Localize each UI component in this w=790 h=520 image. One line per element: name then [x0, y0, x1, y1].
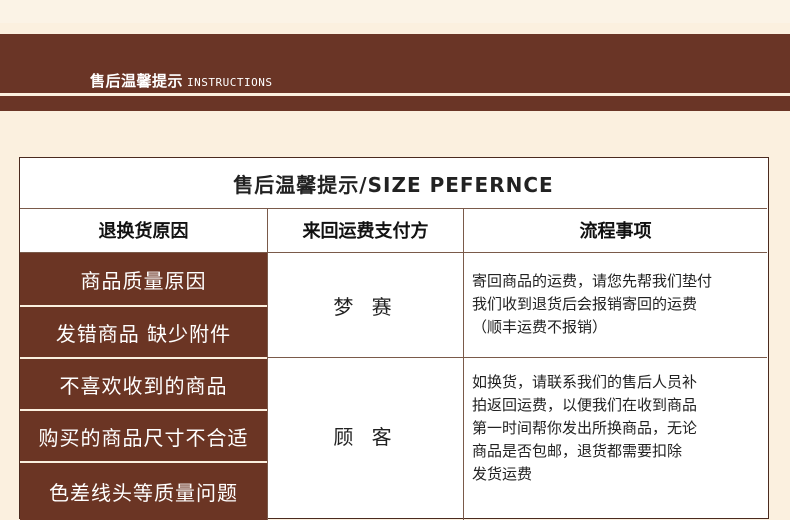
banner-title: 售后温馨提示 INSTRUCTIONS [90, 70, 273, 91]
table-title: 售后温馨提示/SIZE PEFERNCE [20, 158, 767, 209]
process-line: （顺丰运费不报销） [472, 318, 608, 336]
process-line: 寄回商品的运费，请您先帮我们垫付 [472, 272, 713, 290]
process-line: 商品是否包邮，退货都需要扣除 [472, 442, 683, 460]
process-line: 第一时间帮你发出所换商品，无论 [472, 419, 698, 437]
process-cell: 寄回商品的运费，请您先帮我们垫付 我们收到退货后会报销寄回的运费 （顺丰运费不报… [472, 270, 762, 339]
banner-title-cn: 售后温馨提示 [90, 72, 184, 90]
banner-divider [0, 93, 790, 96]
reason-cell: 发错商品 缺少附件 [20, 307, 267, 357]
process-line: 如换货，请联系我们的售后人员补 [472, 373, 698, 391]
process-line: 我们收到退货后会报销寄回的运费 [472, 295, 698, 313]
payer-cell: 顾 客 [333, 425, 398, 449]
reason-cell: 不喜欢收到的商品 [20, 359, 267, 409]
process-line: 拍返回运费，以便我们在收到商品 [472, 396, 698, 414]
reason-cell: 商品质量原因 [20, 253, 267, 305]
reason-cell: 购买的商品尺寸不合适 [20, 411, 267, 461]
reason-cell: 色差线头等质量问题 [20, 463, 267, 520]
header-payer: 来回运费支付方 [268, 208, 463, 253]
banner-title-en: INSTRUCTIONS [187, 76, 273, 89]
process-cell: 如换货，请联系我们的售后人员补 拍返回运费，以便我们在收到商品 第一时间帮你发出… [472, 371, 762, 486]
process-line: 发货运费 [472, 465, 533, 483]
after-sales-table: 售后温馨提示/SIZE PEFERNCE 退换货原因 来回运费支付方 流程事项 … [19, 157, 769, 520]
top-strip [0, 0, 790, 23]
column-divider [463, 208, 464, 520]
column-divider [267, 208, 268, 520]
header-reason: 退换货原因 [20, 208, 267, 253]
payer-cell: 梦 赛 [333, 294, 398, 319]
header-process: 流程事项 [464, 208, 767, 253]
